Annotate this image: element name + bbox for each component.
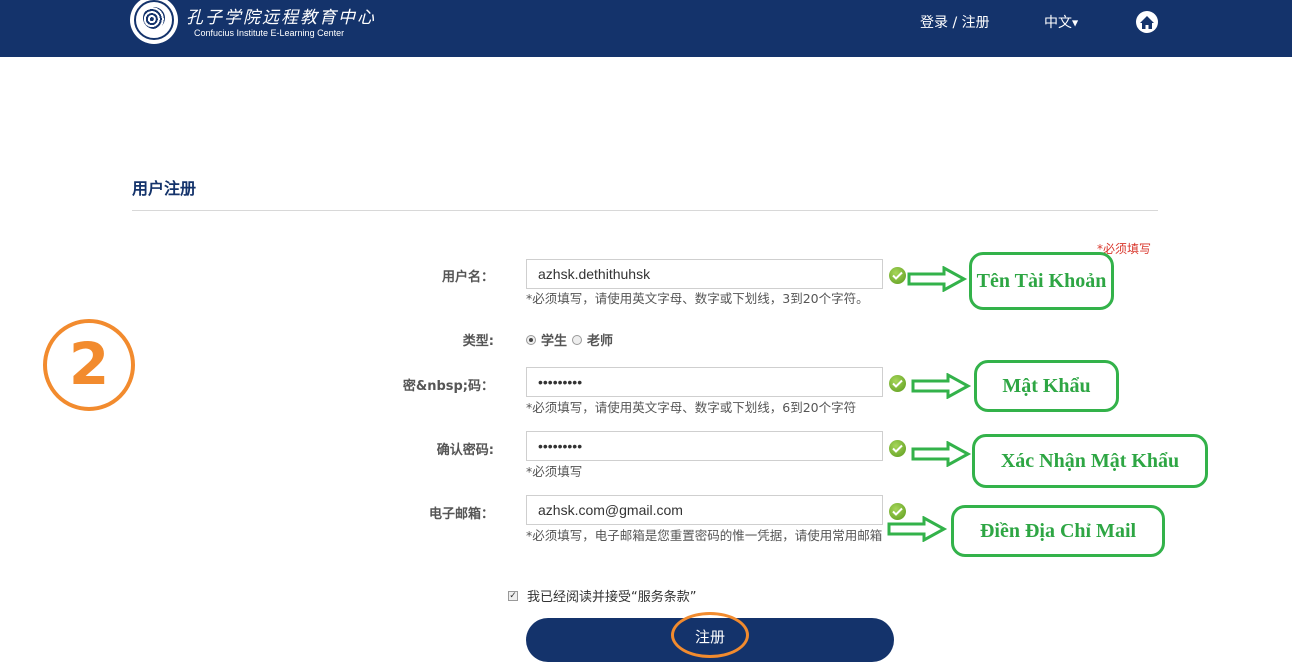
email-label: 电子邮箱：	[428, 507, 494, 522]
username-label: 用户名：	[441, 270, 494, 285]
confirm-password-input[interactable]: •••••••••	[526, 431, 883, 461]
confucius-seal-icon	[130, 0, 178, 44]
terms-label[interactable]: 我已经阅读并接受“服务条款”	[527, 586, 696, 605]
logo-title-cn: 孔子学院远程教育中心	[186, 8, 376, 28]
confirm-password-label: 确认密码:	[436, 443, 494, 458]
annotation-arrow-icon	[887, 516, 948, 542]
student-radio-label[interactable]: 学生	[541, 330, 567, 349]
language-label: 中文	[1044, 15, 1072, 31]
logo-title-en: Confucius Institute E-Learning Center	[194, 28, 345, 38]
terms-agreement: ✓ 我已经阅读并接受“服务条款”	[508, 586, 696, 605]
annotation-email: Điền Địa Chỉ Mail	[951, 505, 1165, 557]
valid-check-icon	[889, 375, 906, 392]
home-icon[interactable]	[1136, 11, 1158, 33]
confirm-password-hint: *必须填写	[526, 464, 583, 479]
top-navbar: 孔子学院远程教育中心 Confucius Institute E-Learnin…	[0, 0, 1292, 57]
annotation-arrow-icon	[911, 441, 972, 467]
language-dropdown[interactable]: 中文▼	[1044, 12, 1078, 32]
title-divider	[132, 210, 1158, 211]
annotation-arrow-icon	[907, 266, 968, 292]
annotation-arrow-icon	[911, 373, 972, 399]
caret-down-icon: ▼	[1072, 18, 1079, 28]
email-input[interactable]: azhsk.com@gmail.com	[526, 495, 883, 525]
teacher-radio-label[interactable]: 老师	[587, 330, 613, 349]
teacher-radio[interactable]	[572, 334, 583, 345]
valid-check-icon	[889, 267, 906, 284]
annotation-password: Mật Khẩu	[974, 360, 1119, 412]
password-input[interactable]: •••••••••	[526, 367, 883, 397]
annotation-username: Tên Tài Khoản	[969, 252, 1114, 310]
valid-check-icon	[889, 440, 906, 457]
register-button-highlight	[671, 612, 749, 658]
page-title: 用户注册	[132, 179, 197, 198]
site-logo[interactable]: 孔子学院远程教育中心 Confucius Institute E-Learnin…	[130, 0, 376, 46]
password-hint: *必须填写，请使用英文字母、数字或下划线，6到20个字符	[526, 400, 857, 415]
password-label: 密&nbsp;码：	[402, 379, 494, 394]
user-type-radio-group: 学生 老师	[526, 330, 613, 349]
terms-checkbox[interactable]: ✓	[508, 590, 518, 601]
step-number-badge: 2	[43, 319, 135, 411]
username-hint: *必须填写，请使用英文字母、数字或下划线，3到20个字符。	[526, 291, 869, 306]
email-hint: *必须填写，电子邮箱是您重置密码的惟一凭据，请使用常用邮箱	[526, 528, 883, 543]
username-input[interactable]: azhsk.dethithuhsk	[526, 259, 883, 289]
login-register-link[interactable]: 登录 / 注册	[920, 12, 990, 32]
type-label: 类型:	[462, 334, 494, 349]
annotation-confirm-password: Xác Nhận Mật Khẩu	[972, 434, 1208, 488]
student-radio[interactable]	[526, 334, 536, 345]
